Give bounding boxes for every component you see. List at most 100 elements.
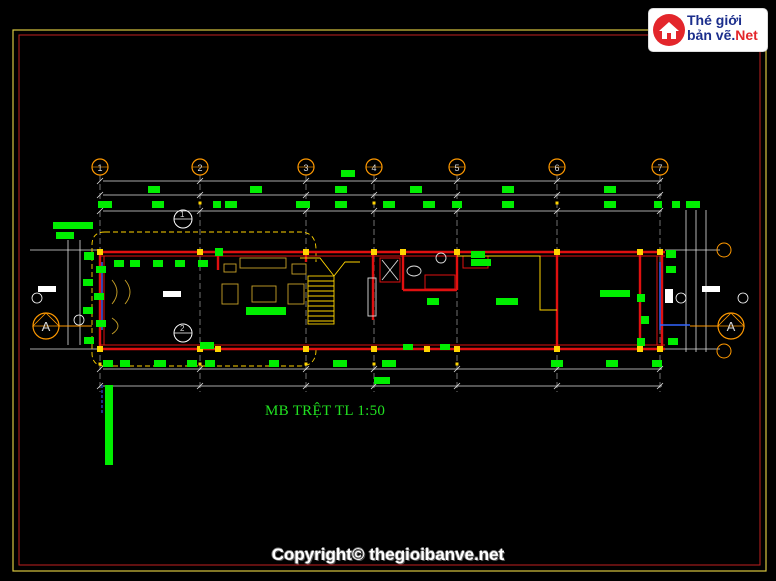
tag-30 (84, 337, 94, 344)
columns (97, 201, 663, 366)
tag-6 (502, 186, 514, 193)
tag-5 (410, 186, 422, 193)
house-icon (653, 14, 685, 46)
column-7 (371, 249, 377, 255)
tag-20 (672, 201, 680, 208)
tag-57 (403, 344, 413, 350)
wall-inner-lines (100, 255, 665, 346)
grid-label-6: 6 (554, 163, 559, 173)
drawing-title: MB TRỆT TL 1:50 (265, 403, 386, 419)
logo-line-1: Thé giới (687, 12, 743, 28)
furniture (111, 257, 307, 335)
tag-27 (94, 293, 104, 300)
tag-59 (551, 360, 563, 367)
tag-23 (56, 232, 74, 239)
floor-plan-drawing: 1 2 3 4 5 6 7 1 2 A A (12, 29, 767, 572)
grid-label-5: 5 (454, 163, 459, 173)
section-marker-right: A (727, 319, 736, 334)
tag-13 (335, 201, 347, 208)
column-17 (637, 249, 643, 255)
tag-63 (200, 342, 214, 349)
dim-node-2 (198, 201, 202, 205)
tag-7 (604, 186, 616, 193)
column-3 (197, 249, 203, 255)
tag-25 (96, 266, 106, 273)
outer-frame (12, 29, 767, 572)
tag-33 (153, 260, 163, 267)
tag-18 (604, 201, 616, 208)
column-9 (454, 249, 460, 255)
copyright-watermark: Copyright© thegioibanve.net (271, 545, 505, 564)
tag-39 (471, 259, 491, 266)
tag-36 (215, 248, 223, 256)
column-1 (97, 249, 103, 255)
tag-48 (668, 338, 678, 345)
tag-15 (423, 201, 435, 208)
tag-22 (53, 222, 93, 229)
detail-markers: 1 2 (173, 209, 193, 343)
tag-14 (383, 201, 395, 208)
tag-8 (98, 201, 112, 208)
column-5 (303, 249, 309, 255)
dim-node-4 (372, 201, 376, 205)
site-logo[interactable]: Thé giới bản vẽ.Net (649, 9, 767, 51)
tag-45 (637, 338, 645, 346)
column-13 (657, 249, 663, 255)
tag-1 (341, 170, 355, 177)
detail-marker-2: 2 (180, 324, 185, 333)
column-16 (215, 346, 221, 352)
tag-41 (496, 298, 518, 305)
tag-4 (335, 186, 347, 193)
logo-line-2: bản vẽ.Net (687, 27, 758, 43)
section-markers: A A (32, 312, 745, 340)
column-2 (97, 346, 103, 352)
tag-49 (103, 360, 113, 367)
tag-38 (471, 251, 485, 258)
tag-11 (225, 201, 237, 208)
grid-label-4: 4 (371, 163, 376, 173)
grid-axis-lines (99, 175, 661, 392)
tag-35 (198, 260, 208, 267)
tag-51 (154, 360, 166, 367)
column-6 (303, 346, 309, 352)
staircase (300, 257, 360, 325)
column-11 (554, 249, 560, 255)
tag-26 (83, 279, 93, 286)
tag-29 (96, 320, 106, 327)
dim-node-9 (198, 362, 202, 366)
column-20 (424, 346, 430, 352)
section-marker-left: A (42, 319, 51, 334)
legend-bar (105, 385, 113, 465)
column-18 (637, 346, 643, 352)
grid-label-7: 7 (657, 163, 662, 173)
column-12 (554, 346, 560, 352)
detail-marker-1: 1 (180, 210, 185, 219)
tag-21 (686, 201, 700, 208)
tag-24 (84, 252, 94, 260)
grid-label-3: 3 (303, 163, 308, 173)
dim-node-8 (98, 362, 102, 366)
inner-frame (18, 34, 761, 566)
column-10 (454, 346, 460, 352)
tag-58 (440, 344, 450, 350)
grid-label-2: 2 (197, 163, 202, 173)
tag-46 (666, 250, 676, 258)
tag-17 (502, 201, 514, 208)
column-19 (400, 249, 406, 255)
tag-12 (296, 201, 310, 208)
tag-42 (600, 290, 630, 297)
tag-47 (666, 266, 676, 273)
grid-label-1: 1 (97, 163, 102, 173)
cad-viewport: 1 2 3 4 5 6 7 1 2 A A Thé giới bản vẽ.Net MB T… (0, 0, 776, 581)
tag-9 (152, 201, 164, 208)
tag-44 (641, 316, 649, 324)
tag-52 (187, 360, 197, 367)
tag-28 (83, 307, 93, 314)
tag-61 (652, 360, 662, 367)
tag-43 (637, 294, 645, 302)
tag-54 (269, 360, 279, 367)
dim-node-12 (455, 362, 459, 366)
tag-19 (654, 201, 662, 208)
tag-10 (213, 201, 221, 208)
column-14 (657, 346, 663, 352)
